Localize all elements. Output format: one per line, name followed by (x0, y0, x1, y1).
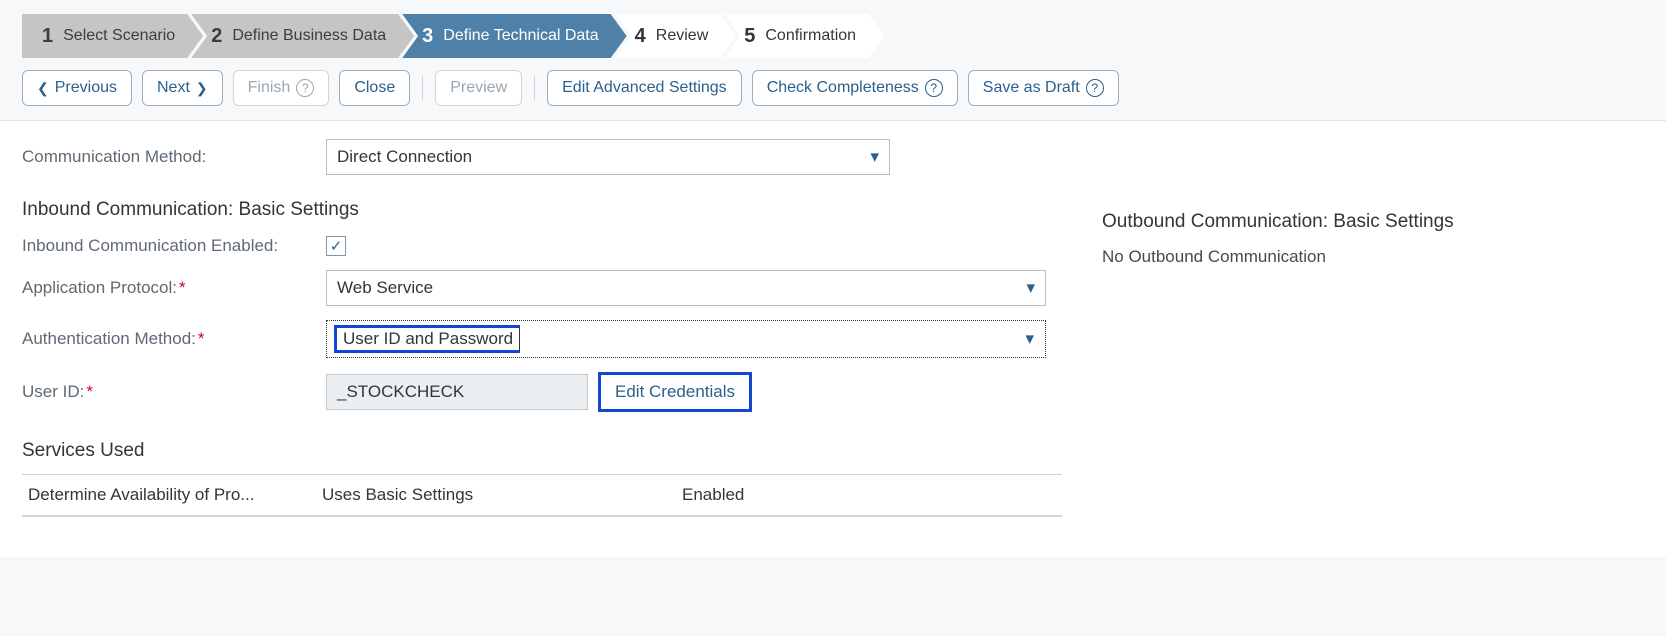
service-uses: Uses Basic Settings (322, 485, 682, 505)
next-button[interactable]: Next ❯ (142, 70, 223, 106)
chevron-down-icon: ▾ (870, 147, 879, 167)
button-label: Preview (450, 79, 507, 97)
inbound-column: Communication Method: Direct Connection … (22, 139, 1062, 517)
step-number: 5 (744, 25, 755, 48)
user-id-label: User ID:* (22, 382, 326, 402)
required-mark: * (86, 382, 93, 401)
help-icon: ? (1086, 79, 1104, 97)
communication-method-label: Communication Method: (22, 147, 326, 167)
user-id-row: User ID:* _STOCKCHECK Edit Credentials (22, 372, 1062, 412)
outbound-heading: Outbound Communication: Basic Settings (1102, 211, 1644, 233)
button-label: Finish (248, 79, 291, 97)
check-completeness-button[interactable]: Check Completeness ? (752, 70, 958, 106)
button-label: Previous (55, 79, 117, 97)
step-number: 4 (635, 25, 646, 48)
user-id-field: _STOCKCHECK (326, 374, 588, 410)
user-id-value: _STOCKCHECK (337, 382, 464, 402)
authentication-method-row: Authentication Method:* User ID and Pass… (22, 320, 1062, 358)
service-status: Enabled (682, 485, 1062, 505)
step-label: Confirmation (765, 27, 856, 45)
button-label: Save as Draft (983, 79, 1080, 97)
step-number: 2 (211, 25, 222, 48)
step-label: Select Scenario (63, 27, 175, 45)
chevron-left-icon: ❮ (37, 80, 49, 97)
select-value: Web Service (337, 278, 433, 298)
wizard-steps: 1 Select Scenario 2 Define Business Data… (0, 0, 1666, 58)
step-label: Define Technical Data (443, 27, 598, 45)
application-protocol-row: Application Protocol:* Web Service ▾ (22, 270, 1062, 306)
button-label: Close (354, 79, 395, 97)
step-review[interactable]: 4 Review (615, 14, 737, 58)
step-define-technical-data[interactable]: 3 Define Technical Data (402, 14, 626, 58)
help-icon: ? (296, 79, 314, 97)
step-number: 1 (42, 25, 53, 48)
chevron-down-icon: ▾ (1026, 278, 1035, 298)
button-label: Next (157, 79, 190, 97)
authentication-method-select[interactable]: User ID and Password ▾ (326, 320, 1046, 358)
table-row[interactable]: Determine Availability of Pro... Uses Ba… (22, 475, 1062, 515)
step-label: Review (656, 27, 708, 45)
outbound-text: No Outbound Communication (1102, 247, 1644, 267)
application-protocol-label: Application Protocol:* (22, 278, 326, 298)
services-used-heading: Services Used (22, 440, 1062, 462)
toolbar-divider (422, 76, 423, 100)
toolbar-divider (534, 76, 535, 100)
button-label: Edit Advanced Settings (562, 79, 727, 97)
step-confirmation[interactable]: 5 Confirmation (724, 14, 884, 58)
required-mark: * (198, 329, 205, 348)
chevron-right-icon: ❯ (196, 80, 208, 97)
toolbar: ❮ Previous Next ❯ Finish ? Close Preview… (0, 58, 1666, 121)
select-value: User ID and Password (334, 325, 520, 353)
button-label: Check Completeness (767, 79, 919, 97)
close-button[interactable]: Close (339, 70, 410, 106)
help-icon: ? (925, 79, 943, 97)
application-protocol-select[interactable]: Web Service ▾ (326, 270, 1046, 306)
button-label: Edit Credentials (615, 382, 735, 402)
finish-button: Finish ? (233, 70, 330, 106)
services-table: Determine Availability of Pro... Uses Ba… (22, 474, 1062, 517)
preview-button: Preview (435, 70, 522, 106)
step-select-scenario[interactable]: 1 Select Scenario (22, 14, 203, 58)
content-area: Communication Method: Direct Connection … (0, 121, 1666, 557)
inbound-heading: Inbound Communication: Basic Settings (22, 199, 1062, 221)
save-as-draft-button[interactable]: Save as Draft ? (968, 70, 1119, 106)
required-mark: * (179, 278, 186, 297)
authentication-method-label: Authentication Method:* (22, 329, 326, 349)
outbound-column: Outbound Communication: Basic Settings N… (1102, 139, 1644, 517)
previous-button[interactable]: ❮ Previous (22, 70, 132, 106)
communication-method-select[interactable]: Direct Connection ▾ (326, 139, 890, 175)
edit-credentials-button[interactable]: Edit Credentials (598, 372, 752, 412)
inbound-enabled-checkbox[interactable]: ✓ (326, 236, 346, 256)
step-number: 3 (422, 25, 433, 48)
step-define-business-data[interactable]: 2 Define Business Data (191, 14, 414, 58)
inbound-enabled-label: Inbound Communication Enabled: (22, 235, 326, 256)
inbound-enabled-row: Inbound Communication Enabled: ✓ (22, 235, 1062, 256)
chevron-down-icon: ▾ (1025, 329, 1034, 349)
step-label: Define Business Data (232, 27, 386, 45)
select-value: Direct Connection (337, 147, 472, 167)
service-name: Determine Availability of Pro... (22, 485, 322, 505)
edit-advanced-settings-button[interactable]: Edit Advanced Settings (547, 70, 742, 106)
communication-method-row: Communication Method: Direct Connection … (22, 139, 1062, 175)
